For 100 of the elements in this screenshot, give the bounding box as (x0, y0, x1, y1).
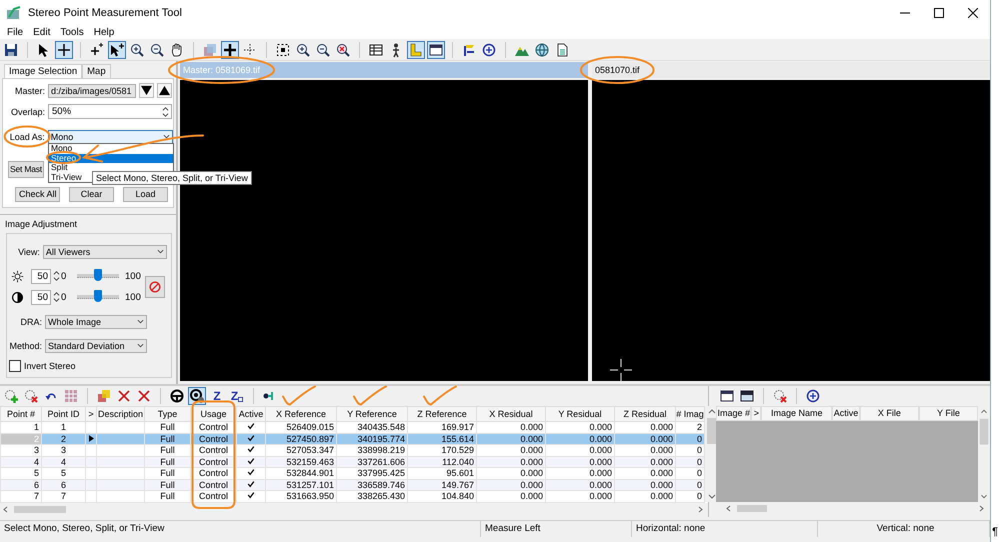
plus-marks-icon (89, 42, 105, 58)
table-cell: 336589.746 (336, 479, 408, 490)
toolbar-button[interactable] (804, 387, 822, 405)
field-label: Load As: (8, 132, 46, 142)
slider-max-label: 100 (125, 292, 142, 302)
column-header[interactable]: X Residual (476, 406, 546, 422)
toolbar-button[interactable] (168, 387, 186, 405)
dropdown[interactable]: Standard Deviation (45, 338, 147, 352)
action-button[interactable]: Check All (15, 187, 60, 202)
window-icon (719, 388, 735, 404)
table-cell: 0.000 (614, 422, 676, 433)
number-field[interactable]: 50 (31, 290, 51, 304)
dropdown[interactable]: Mono (48, 130, 173, 144)
table-cell: 0.000 (546, 468, 614, 479)
column-header[interactable]: Point ID (42, 406, 86, 422)
menu-item[interactable]: Edit (28, 27, 56, 38)
plus-icon (3, 388, 19, 404)
toolbar-button[interactable] (427, 40, 445, 58)
menu-item[interactable]: File (2, 27, 28, 38)
table-cell: 0.000 (476, 479, 546, 490)
toolbar-button[interactable]: Z (228, 387, 246, 405)
column-header[interactable]: Z Reference (408, 406, 476, 422)
table-cell: 526409.015 (266, 422, 336, 433)
toolbar-button[interactable] (55, 40, 73, 58)
column-header[interactable]: Z Residual (614, 406, 676, 422)
toolbar-button[interactable]: Z (208, 387, 226, 405)
table-cell: 7 (42, 490, 86, 502)
table-cell: 4 (0, 456, 42, 468)
zoom-out-icon (315, 42, 331, 58)
grid-icon (63, 388, 79, 404)
column-header[interactable]: X File (860, 406, 919, 421)
spin-arrows-icon (162, 106, 169, 118)
column-header[interactable]: Y Reference (336, 406, 408, 422)
table-cell: 527053.347 (266, 444, 336, 456)
move-down-button[interactable] (139, 83, 154, 98)
table-icon (368, 42, 384, 58)
zoom-out-icon (149, 42, 165, 58)
reset-button[interactable] (145, 276, 165, 298)
table-cell: 527450.897 (266, 433, 336, 444)
dropdown[interactable]: All Viewers (42, 244, 167, 258)
annotation-checkmark (282, 386, 316, 406)
stacked-squares-icon (96, 388, 112, 404)
remove-icon (23, 388, 39, 404)
slider-thumb[interactable] (94, 290, 102, 302)
column-header[interactable]: Active (832, 406, 860, 421)
dropdown-option[interactable]: Mono (49, 144, 173, 154)
column-header[interactable]: Y Residual (546, 406, 614, 422)
slider-thumb[interactable] (94, 269, 102, 281)
status-text: Horizontal: none (632, 521, 818, 537)
column-header[interactable]: Image Name (761, 406, 832, 421)
field-label: Master: (14, 86, 46, 96)
column-header[interactable]: Point # (0, 406, 42, 422)
table-cell: Control (190, 468, 236, 479)
toolbar-button[interactable] (108, 40, 126, 58)
column-header[interactable]: Type (144, 406, 190, 422)
set-master-button[interactable]: Set Mast (8, 161, 44, 178)
viewer-title: 0581070.tif (595, 65, 640, 75)
dropdown[interactable]: Whole Image (45, 314, 147, 328)
column-header[interactable]: # Imag (676, 406, 704, 422)
column-header[interactable]: Image # (716, 406, 752, 421)
table-cell: 0.000 (546, 479, 614, 490)
spin-field[interactable]: 50% (48, 104, 172, 119)
column-header[interactable]: Active (236, 406, 266, 422)
tab[interactable]: Map (82, 64, 111, 78)
section-title: Image Adjustment (0, 214, 176, 233)
table-cell: 3 (42, 444, 86, 456)
up-triangle-icon (159, 85, 170, 96)
move-up-button[interactable] (157, 83, 172, 98)
dropdown-option[interactable]: Split (49, 163, 173, 172)
toolbar-button[interactable] (188, 387, 206, 405)
toolbar-button[interactable] (533, 40, 551, 58)
annotation-ellipse (46, 151, 82, 164)
table-cell: Control (190, 490, 236, 502)
column-header[interactable]: > (751, 406, 762, 421)
table-cell: 0.000 (546, 456, 614, 468)
table-cell: 155.614 (408, 433, 476, 444)
action-button[interactable]: Load (123, 187, 168, 202)
table-cell: 337261.606 (336, 456, 408, 468)
annotation-checkmark (353, 386, 387, 406)
dropdown[interactable]: d:/ziba/images/0581 (48, 84, 136, 98)
tab[interactable]: Image Selection (4, 64, 82, 78)
table-cell: 0.000 (614, 479, 676, 490)
tooltip: Select Mono, Stereo, Split, or Tri-View (92, 171, 252, 185)
menu-item[interactable]: Tools (55, 27, 89, 38)
table-cell: 1 (42, 422, 86, 433)
table-cell: 0.000 (614, 444, 676, 456)
column-header[interactable]: Description (96, 406, 144, 422)
table-cell: 340435.548 (336, 422, 408, 433)
action-button[interactable]: Clear (69, 187, 114, 202)
slider-max-label: 100 (125, 270, 142, 282)
bold-cross-icon (222, 42, 238, 58)
number-field[interactable]: 50 (31, 268, 51, 284)
column-header[interactable]: > (86, 406, 96, 422)
viewer-title: Master: 0581069.tif (183, 65, 260, 75)
checkbox[interactable] (9, 360, 21, 372)
field-label: DRA: (19, 316, 43, 326)
menu-item[interactable]: Help (88, 27, 120, 38)
contrast-icon (11, 290, 24, 304)
column-header[interactable]: Y File (918, 406, 978, 421)
column-header[interactable]: X Reference (266, 406, 336, 422)
